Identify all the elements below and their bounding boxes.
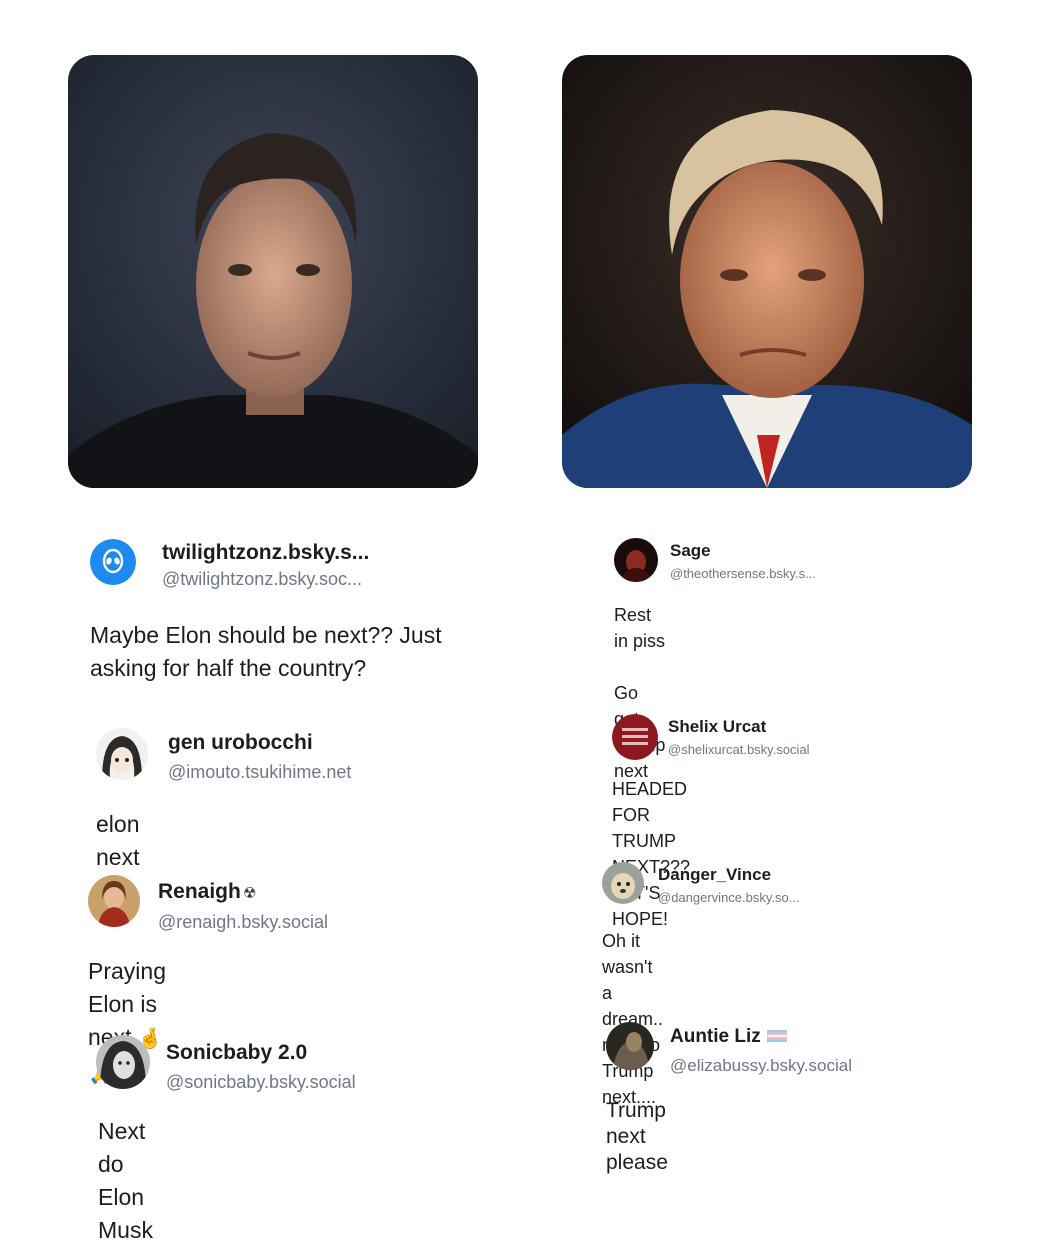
post-author-handle[interactable]: @sonicbaby.bsky.social (166, 1072, 356, 1093)
post-author-name[interactable]: Danger_Vince (658, 865, 771, 885)
painting-avatar[interactable] (88, 875, 140, 927)
post-author-handle[interactable]: @theothersense.bsky.s... (670, 566, 816, 581)
flag-icon (766, 1026, 788, 1048)
post-text: Trump next please (606, 1099, 668, 1174)
anime-avatar[interactable] (96, 728, 148, 780)
post-author-handle[interactable]: @shelixurcat.bsky.social (668, 742, 810, 757)
dark-photo-avatar[interactable] (606, 1022, 654, 1070)
post-author-name[interactable]: gen urobocchi (168, 731, 313, 755)
post-author-name[interactable]: Auntie Liz (670, 1026, 788, 1048)
post-author-handle[interactable]: @twilightzonz.bsky.soc... (162, 569, 362, 590)
dog-avatar[interactable] (602, 862, 644, 904)
post-author-name[interactable]: Shelix Urcat (668, 717, 766, 737)
post-text: Oh it wasn't a dream.. now do Trump next… (602, 931, 664, 1107)
portrait-photo-left (68, 55, 478, 488)
post-author-name[interactable]: Sage (670, 541, 711, 561)
post-author-name[interactable]: Sonicbaby 2.0 (166, 1041, 307, 1065)
post-author-handle[interactable]: @renaigh.bsky.social (158, 912, 328, 933)
name-suffix-icon: ☢ (242, 885, 257, 902)
post-text: Next do Elon Musk (98, 1118, 153, 1243)
post-author-name[interactable]: twilightzonz.bsky.s... (162, 541, 369, 565)
portrait-photo-right (562, 55, 972, 488)
bw-photo-avatar[interactable] (96, 1035, 150, 1089)
post-text: HEADED FOR TRUMP NEXT??? LET'S HOPE! (612, 779, 691, 929)
post-author-name[interactable]: Renaigh ☢ (158, 880, 256, 904)
post-author-handle[interactable]: @dangervince.bsky.so... (658, 890, 800, 905)
post-text: Maybe Elon should be next?? Just asking … (90, 622, 442, 681)
post-author-handle[interactable]: @elizabussy.bsky.social (670, 1056, 852, 1076)
alien-avatar-icon[interactable] (90, 539, 136, 585)
red-badge-avatar[interactable] (612, 714, 658, 760)
post-author-handle[interactable]: @imouto.tsukihime.net (168, 762, 351, 783)
dark-red-avatar[interactable] (614, 538, 658, 582)
